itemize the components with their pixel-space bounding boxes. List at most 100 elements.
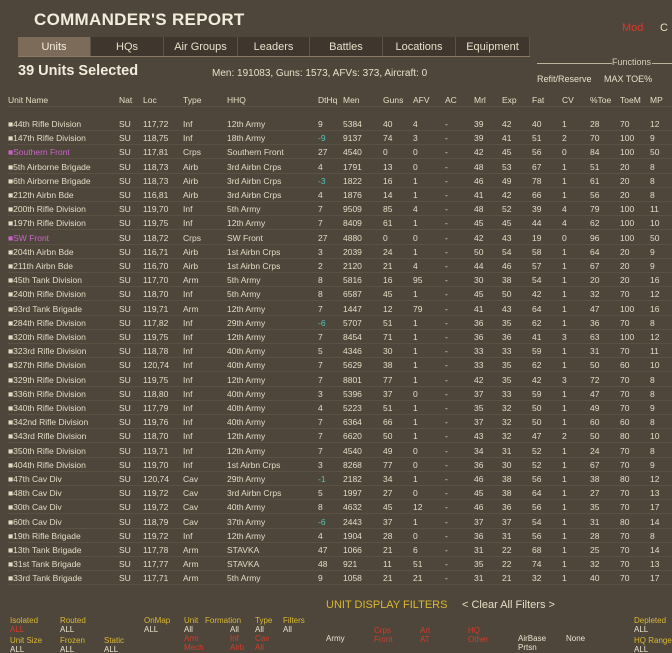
unit-name-link[interactable]: ■5th Airborne Brigade — [8, 162, 91, 172]
column-header-dthq[interactable]: DtHq — [318, 95, 337, 105]
unit-name-link[interactable]: ■284th Rifle Division — [8, 318, 86, 328]
formation-filter-value[interactable]: All — [230, 625, 239, 634]
none-filter[interactable]: None — [566, 634, 585, 643]
isolated-filter-value[interactable]: ALL — [10, 625, 24, 634]
unit-name-link[interactable]: ■60th Cav Div — [8, 517, 62, 527]
corner-label[interactable]: C — [660, 22, 668, 34]
arm-mech-filter[interactable]: Arm Mech — [184, 634, 204, 652]
unit-name-link[interactable]: ■197th Rifle Division — [8, 218, 86, 228]
tab-equipment[interactable]: Equipment — [456, 37, 530, 56]
unit-name-link[interactable]: ■48th Cav Div — [8, 488, 62, 498]
column-header-men[interactable]: Men — [343, 95, 360, 105]
tab-leaders[interactable]: Leaders — [238, 37, 310, 56]
static-filter-value[interactable]: ALL — [104, 645, 118, 653]
unit-size-filter-value[interactable]: ALL — [10, 645, 24, 653]
cell-mrl: 48 — [474, 204, 484, 214]
cell-dthq: 5 — [318, 346, 323, 356]
unit-name-link[interactable]: ■SW Front — [8, 233, 49, 243]
tab-locations[interactable]: Locations — [383, 37, 456, 56]
crps-front-filter[interactable]: Crps Front — [374, 626, 393, 644]
unit-name-link[interactable]: ■31st Tank Brigade — [8, 559, 81, 569]
army-filter[interactable]: Army — [326, 634, 345, 643]
tab-units[interactable]: Units — [18, 37, 91, 56]
unit-name-link[interactable]: ■240th Rifle Division — [8, 289, 86, 299]
cell-guns: 40 — [383, 119, 393, 129]
column-header-type[interactable]: Type — [183, 95, 201, 105]
column-header-exp[interactable]: Exp — [502, 95, 517, 105]
cell-nat: SU — [119, 218, 131, 228]
unit-name-link[interactable]: ■200th Rifle Division — [8, 204, 86, 214]
tab-air-groups[interactable]: Air Groups — [164, 37, 238, 56]
unit-name-link[interactable]: ■320th Rifle Division — [8, 332, 86, 342]
column-header-ac[interactable]: AC — [445, 95, 457, 105]
column-header-cv[interactable]: CV — [562, 95, 574, 105]
unit-name-link[interactable]: ■342nd Rifle Division — [8, 417, 88, 427]
frozen-filter-value[interactable]: ALL — [60, 645, 74, 653]
column-header-toem[interactable]: ToeM — [620, 95, 641, 105]
unit-name-link[interactable]: ■Southern Front — [8, 147, 70, 157]
unit-name-link[interactable]: ■93rd Tank Brigade — [8, 304, 82, 314]
row-divider — [8, 144, 672, 145]
unit-name-link[interactable]: ■212th Airbn Bde — [8, 190, 74, 200]
cell-loc: 117,72 — [143, 119, 169, 129]
unit-name-link[interactable]: ■329th Rifle Division — [8, 375, 86, 385]
unit-name-link[interactable]: ■13th Tank Brigade — [8, 545, 82, 555]
unit-name-link[interactable]: ■350th Rifle Division — [8, 446, 86, 456]
cell-afv: 1 — [413, 190, 418, 200]
cell-mrl: 41 — [474, 304, 484, 314]
cell-mp: 12 — [650, 119, 660, 129]
cav-filter[interactable]: Cav All — [255, 634, 269, 652]
unit-filter-value[interactable]: All — [184, 625, 193, 634]
cell-mp: 12 — [650, 474, 660, 484]
column-header-nat[interactable]: Nat — [119, 95, 132, 105]
unit-name-link[interactable]: ■204th Airbn Bde — [8, 247, 74, 257]
column-header-hhq[interactable]: HHQ — [227, 95, 246, 105]
column-header-unit-name[interactable]: Unit Name — [8, 95, 48, 105]
airbase-filter[interactable]: AirBase — [518, 634, 546, 643]
unit-name-link[interactable]: ■343rd Rifle Division — [8, 431, 86, 441]
unit-name-link[interactable]: ■33rd Tank Brigade — [8, 573, 82, 583]
column-header-mp[interactable]: MP — [650, 95, 663, 105]
cell-ac: - — [445, 488, 448, 498]
column-header-mrl[interactable]: Mrl — [474, 95, 486, 105]
onmap-filter-value[interactable]: ALL — [144, 625, 158, 634]
cell-hhq: 12th Army — [227, 218, 266, 228]
unit-name-link[interactable]: ■6th Airborne Brigade — [8, 176, 91, 186]
cell-afv: 0 — [413, 446, 418, 456]
inf-airb-filter[interactable]: Inf Airb — [230, 634, 244, 652]
column-header-afv[interactable]: AFV — [413, 95, 430, 105]
tab-battles[interactable]: Battles — [310, 37, 383, 56]
unit-name-link[interactable]: ■211th Airbn Bde — [8, 261, 73, 271]
unit-name-link[interactable]: ■45th Tank Division — [8, 275, 82, 285]
unit-name-link[interactable]: ■44th Rifle Division — [8, 119, 81, 129]
max-toe-button[interactable]: MAX TOE% — [604, 74, 652, 84]
unit-name-link[interactable]: ■404th Rifle Division — [8, 460, 86, 470]
refit-reserve-button[interactable]: Refit/Reserve — [537, 74, 592, 84]
unit-name-link[interactable]: ■30th Cav Div — [8, 502, 62, 512]
unit-name-link[interactable]: ■147th Rifle Division — [8, 133, 86, 143]
art-at-filter[interactable]: Art AT — [420, 626, 430, 644]
column-header-toe-pct[interactable]: %Toe — [590, 95, 611, 105]
unit-name-link[interactable]: ■47th Cav Div — [8, 474, 62, 484]
row-divider — [8, 130, 672, 131]
unit-name-link[interactable]: ■340th Rifle Division — [8, 403, 86, 413]
filters-filter-value[interactable]: All — [283, 625, 292, 634]
partisan-filter[interactable]: Prtsn — [518, 643, 537, 652]
cell-mp: 16 — [650, 304, 660, 314]
column-header-fat[interactable]: Fat — [532, 95, 544, 105]
cell-dthq: 8 — [318, 289, 323, 299]
hq-range-filter-value[interactable]: ALL — [634, 645, 648, 653]
unit-name-link[interactable]: ■327th Rifle Division — [8, 360, 86, 370]
depleted-filter-value[interactable]: ALL — [634, 625, 648, 634]
hq-other-filter[interactable]: HQ Other — [468, 626, 488, 644]
unit-name-link[interactable]: ■336th Rifle Division — [8, 389, 86, 399]
tab-hqs[interactable]: HQs — [91, 37, 164, 56]
type-filter-value[interactable]: All — [255, 625, 264, 634]
column-header-loc[interactable]: Loc — [143, 95, 157, 105]
clear-all-filters-button[interactable]: < Clear All Filters > — [462, 599, 555, 611]
routed-filter-value[interactable]: ALL — [60, 625, 74, 634]
unit-name-link[interactable]: ■19th Rifle Brigade — [8, 531, 81, 541]
mod-indicator[interactable]: Mod — [622, 22, 643, 34]
column-header-guns[interactable]: Guns — [383, 95, 403, 105]
unit-name-link[interactable]: ■323rd Rifle Division — [8, 346, 86, 356]
